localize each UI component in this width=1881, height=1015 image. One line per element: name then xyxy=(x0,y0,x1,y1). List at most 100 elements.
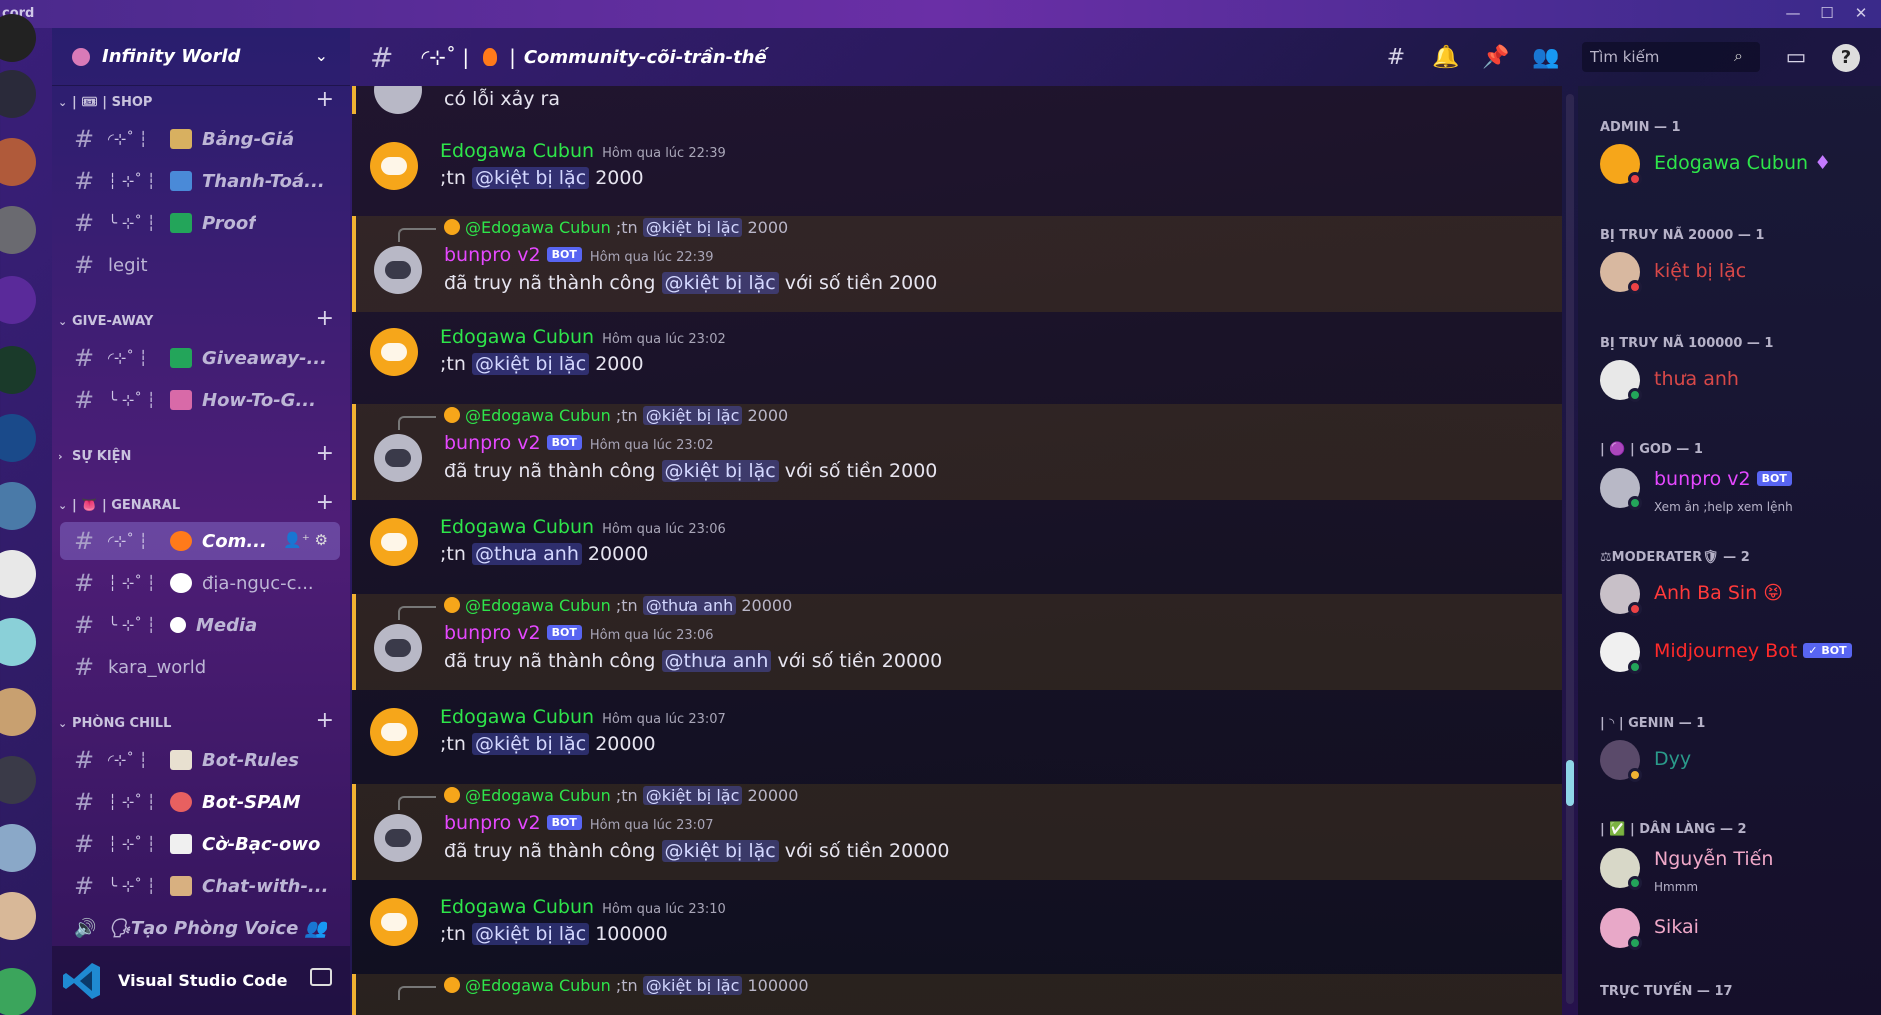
user-mention[interactable]: @kiệt bị lặc xyxy=(642,218,743,237)
message-author[interactable]: bunpro v2 BOT Hôm qua lúc 23:07 xyxy=(444,812,714,834)
message-author[interactable]: Edogawa Cubun Hôm qua lúc 23:06 xyxy=(440,516,726,538)
message-author[interactable]: Edogawa Cubun Hôm qua lúc 23:07 xyxy=(440,706,726,728)
reply-author[interactable]: @Edogawa Cubun xyxy=(465,406,611,425)
author-name[interactable]: Edogawa Cubun xyxy=(440,706,594,728)
member-item[interactable]: thưa anh xyxy=(1600,358,1870,402)
author-name[interactable]: Edogawa Cubun xyxy=(440,326,594,348)
channel-item[interactable]: # ╰ ⊹˚ ┆ How-To-G... xyxy=(60,381,340,419)
user-mention[interactable]: @kiệt bị lặc xyxy=(642,406,743,425)
channel-item[interactable]: # ◜⊹˚ ┆ Bảng-Giá xyxy=(60,120,340,158)
user-mention[interactable]: @thưa anh xyxy=(661,650,772,672)
avatar[interactable] xyxy=(370,142,418,190)
chevron-down-icon[interactable]: ⌄ xyxy=(315,46,328,65)
server-icon[interactable] xyxy=(0,618,36,666)
author-name[interactable]: bunpro v2 xyxy=(444,244,541,266)
channel-item[interactable]: # ◜⊹˚ ┆ Bot-Rules xyxy=(60,741,340,779)
channel-item[interactable]: # ╰ ⊹˚ ┆ Proof xyxy=(60,204,340,242)
message-author[interactable]: bunpro v2 BOT Hôm qua lúc 23:06 xyxy=(444,622,714,644)
avatar[interactable] xyxy=(370,898,418,946)
avatar[interactable] xyxy=(370,518,418,566)
scrollbar-thumb[interactable] xyxy=(1566,760,1574,806)
maximize-icon[interactable]: ☐ xyxy=(1815,4,1839,22)
reply-preview[interactable]: @Edogawa Cubun ;tn @kiệt bị lặc 2000 xyxy=(444,406,788,425)
category-events[interactable]: › SỰ KIỆN + xyxy=(58,441,338,467)
server-icon[interactable] xyxy=(0,276,36,324)
reply-author[interactable]: @Edogawa Cubun xyxy=(465,596,611,615)
category-chill[interactable]: ⌄ PHÒNG CHILL + xyxy=(58,708,338,734)
author-name[interactable]: bunpro v2 xyxy=(444,622,541,644)
server-icon[interactable] xyxy=(0,138,36,186)
channel-item-active[interactable]: # ◜⊹˚ ┆ Com... 👤⁺ ⚙ xyxy=(60,522,340,560)
minimize-icon[interactable]: — xyxy=(1781,4,1805,22)
threads-icon[interactable]: # xyxy=(1382,44,1410,72)
user-mention[interactable]: @kiệt bị lặc xyxy=(471,923,590,945)
help-icon[interactable]: ? xyxy=(1832,44,1860,72)
pin-icon[interactable]: 📌 xyxy=(1482,44,1510,72)
channel-item[interactable]: # kara_world xyxy=(60,648,340,686)
reply-author[interactable]: @Edogawa Cubun xyxy=(465,218,611,237)
scrollbar-track[interactable] xyxy=(1566,94,1574,1004)
user-mention[interactable]: @thưa anh xyxy=(471,543,582,565)
invite-settings-icons[interactable]: 👤⁺ ⚙ xyxy=(283,531,328,549)
category-shop[interactable]: ⌄ | 🎟 | SHOP + xyxy=(58,87,338,113)
author-name[interactable]: Edogawa Cubun xyxy=(440,516,594,538)
members-icon[interactable]: 👥 xyxy=(1532,44,1560,72)
server-icon[interactable] xyxy=(0,70,36,118)
reply-preview[interactable]: @Edogawa Cubun ;tn @kiệt bị lặc 20000 xyxy=(444,786,798,805)
inbox-icon[interactable]: ▭ xyxy=(1782,44,1810,72)
server-icon[interactable] xyxy=(0,346,36,394)
add-channel-icon[interactable]: + xyxy=(316,490,334,515)
user-mention[interactable]: @kiệt bị lặc xyxy=(471,733,590,755)
reply-preview[interactable]: @Edogawa Cubun ;tn @kiệt bị lặc 2000 xyxy=(444,218,788,237)
add-channel-icon[interactable]: + xyxy=(316,306,334,331)
member-item[interactable]: Sikai xyxy=(1600,906,1870,950)
server-icon[interactable] xyxy=(0,892,36,940)
user-mention[interactable]: @kiệt bị lặc xyxy=(642,786,743,805)
add-channel-icon[interactable]: + xyxy=(316,441,334,466)
member-item[interactable]: Edogawa Cubun ♦ xyxy=(1600,142,1870,186)
server-icon[interactable] xyxy=(0,482,36,530)
reply-preview[interactable]: @Edogawa Cubun ;tn @kiệt bị lặc 100000 xyxy=(444,976,809,995)
avatar[interactable] xyxy=(374,814,422,862)
voice-channel-create[interactable]: 🔊 🗣Tạo Phòng Voice 👥 xyxy=(60,909,340,947)
bell-icon[interactable]: 🔔 xyxy=(1432,44,1460,72)
avatar[interactable] xyxy=(374,434,422,482)
user-mention[interactable]: @kiệt bị lặc xyxy=(661,840,779,862)
message-author[interactable]: bunpro v2 BOT Hôm qua lúc 22:39 xyxy=(444,244,714,266)
author-name[interactable]: bunpro v2 xyxy=(444,432,541,454)
avatar[interactable] xyxy=(374,624,422,672)
message-author[interactable]: Edogawa Cubun Hôm qua lúc 23:02 xyxy=(440,326,726,348)
user-mention[interactable]: @kiệt bị lặc xyxy=(471,353,590,375)
server-icon[interactable] xyxy=(0,206,36,254)
user-mention[interactable]: @kiệt bị lặc xyxy=(661,272,779,294)
user-mention[interactable]: @thưa anh xyxy=(642,596,737,615)
server-icon[interactable] xyxy=(0,688,36,736)
avatar[interactable] xyxy=(370,708,418,756)
member-item[interactable]: Anh Ba Sin 😝 xyxy=(1600,572,1870,616)
close-icon[interactable]: ✕ xyxy=(1849,4,1873,22)
member-item[interactable]: kiệt bị lặc xyxy=(1600,250,1870,294)
message-author[interactable]: Edogawa Cubun Hôm qua lúc 22:39 xyxy=(440,140,726,162)
author-name[interactable]: bunpro v2 xyxy=(444,812,541,834)
server-icon[interactable] xyxy=(0,550,36,598)
member-item[interactable]: Nguyễn Tiến Hmmm xyxy=(1600,846,1870,894)
channel-item[interactable]: # legit xyxy=(60,246,340,284)
server-icon[interactable] xyxy=(0,756,36,804)
author-name[interactable]: Edogawa Cubun xyxy=(440,896,594,918)
server-icon[interactable] xyxy=(0,824,36,872)
channel-item[interactable]: # ╰ ⊹˚ ┆ Media xyxy=(60,606,340,644)
category-giveaway[interactable]: ⌄ GIVE-AWAY + xyxy=(58,306,338,332)
channel-item[interactable]: # ╰ ⊹˚ ┆ Chat-with-... xyxy=(60,867,340,905)
add-channel-icon[interactable]: + xyxy=(316,708,334,733)
screen-share-icon[interactable] xyxy=(310,968,332,986)
channel-item[interactable]: # ┆ ⊹˚ ┆ Bot-SPAM xyxy=(60,783,340,821)
user-mention[interactable]: @kiệt bị lặc xyxy=(661,460,779,482)
reply-author[interactable]: @Edogawa Cubun xyxy=(465,786,611,805)
message-author[interactable]: Edogawa Cubun Hôm qua lúc 23:10 xyxy=(440,896,726,918)
guild-header[interactable]: Infinity World ⌄ xyxy=(52,28,350,86)
user-mention[interactable]: @kiệt bị lặc xyxy=(642,976,743,995)
reply-author[interactable]: @Edogawa Cubun xyxy=(465,976,611,995)
avatar[interactable] xyxy=(374,86,422,114)
add-channel-icon[interactable]: + xyxy=(316,87,334,112)
server-icon[interactable] xyxy=(0,414,36,462)
